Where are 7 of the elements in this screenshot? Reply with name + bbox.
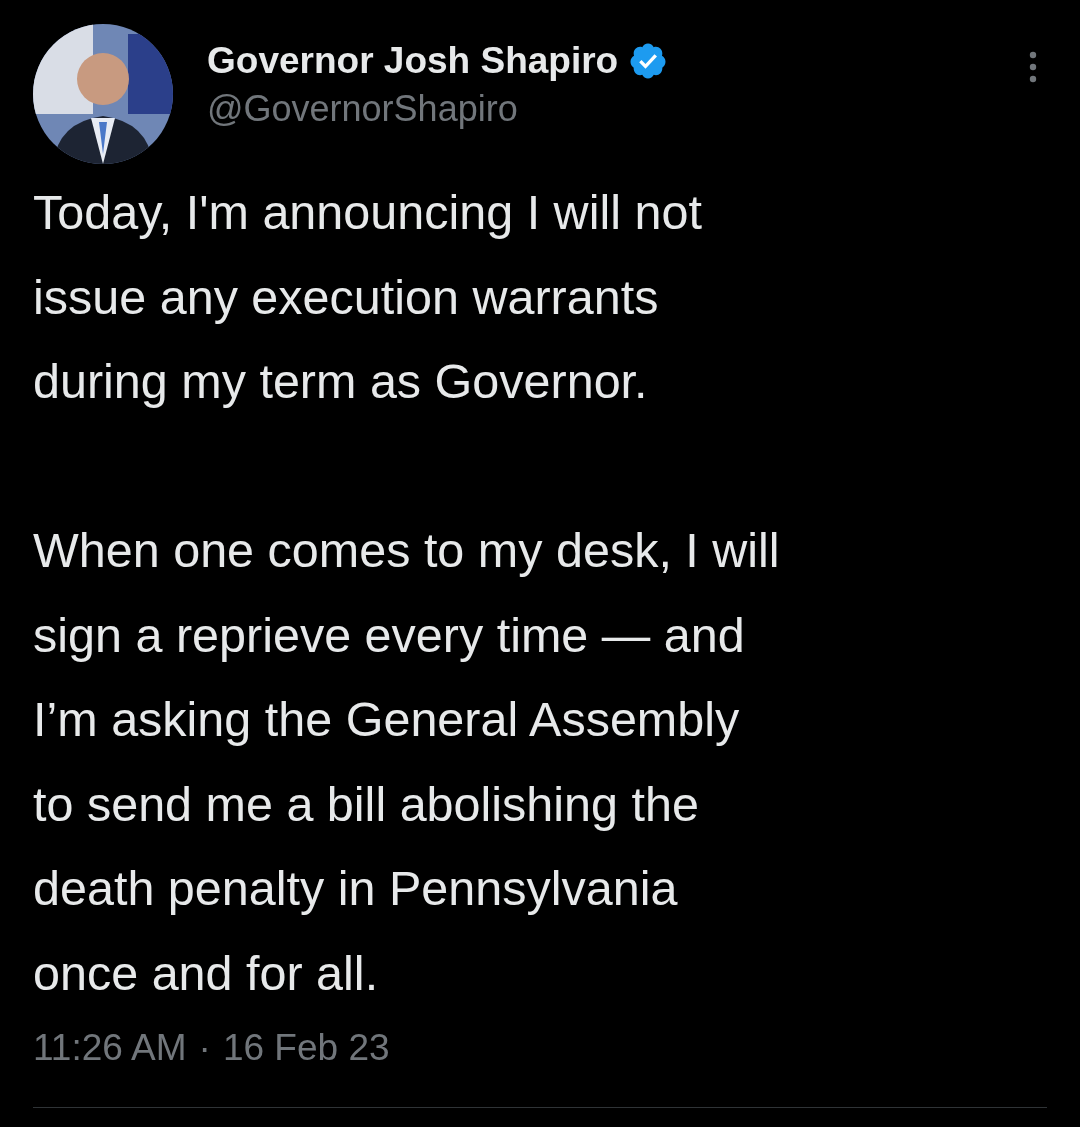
more-options-icon[interactable] [1027,50,1039,84]
tweet-date[interactable]: 16 Feb 23 [222,1027,390,1069]
author-handle[interactable]: @GovernorShapiro [207,88,1027,130]
separator-dot: · [198,1027,211,1069]
author-name[interactable]: Governor Josh Shapiro [207,40,619,82]
tweet-time[interactable]: 11:26 AM [33,1027,187,1069]
tweet-text: Today, I'm announcing I will not issue any execution warrants during my term as Governor. When one comes to my desk, I will sign a reprieve every time — and I’m asking the General Assembly to send me a bill abolishing the death penalty in Pennsylvania once and for all. [33,184,781,1002]
